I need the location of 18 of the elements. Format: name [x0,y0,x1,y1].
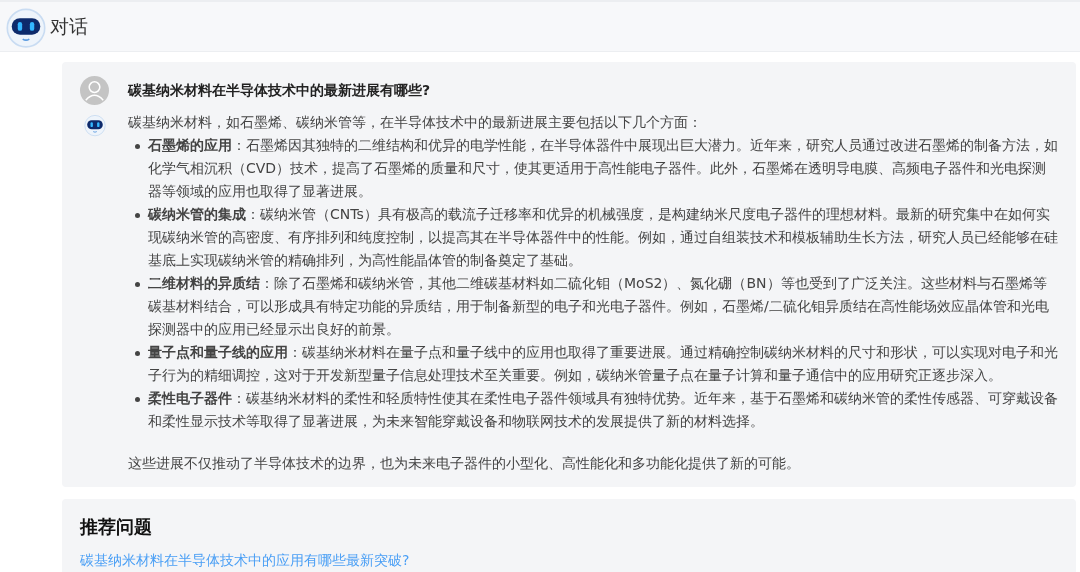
user-question: 碳基纳米材料在半导体技术中的最新进展有哪些? [128,81,431,100]
answer-intro: 碳基纳米材料，如石墨烯、碳纳米管等，在半导体技术中的最新进展主要包括以下几个方面： [128,113,703,132]
recommend-title: 推荐问题 [80,515,153,539]
bullet-icon [135,397,140,402]
robot-avatar-icon [82,113,107,137]
answer-point: 量子点和量子线的应用：碳基纳米材料在量子点和量子线中的应用也取得了重要进展。通过精确控制碳纳米材料的尺寸和形状，可以实现对电子和光子行为的精细调控，这对于开发新型量子信息处理技术至关重要。例如，碳纳米管量子点在量子计算和量子通信中的应用研究正逐步深入。 [148,343,1058,385]
answer-point: 碳纳米管的集成：碳纳米管（CNTs）具有极高的载流子迁移率和优异的机械强度，是构建纳米尺度电子器件的理想材料。最新的研究集中在如何实现碳纳米管的高密度、有序排列和纯度控制，以提高其在半导体器件中的性能。例如，通过自组装技术和模板辅助生长方法，研究人员已经能够在硅基底上实现碳纳米管的精确排列，为高性能晶体管的制备奠定了基础。 [148,205,1058,270]
user-avatar-icon [80,76,109,105]
bullet-icon [135,282,140,287]
answer-point: 二维材料的异质结：除了石墨烯和碳纳米管，其他二维碳基材料如二硫化钼（MoS2）、氮化硼（BN）等也受到了广泛关注。这些材料与石墨烯等碳基材料结合，可以形成具有特定功能的异质结，用于制备新型的电子和光电子器件。例如，石墨烯/二硫化钼异质结在高性能场效应晶体管和光电探测器中的应用已经显示出良好的前景。 [148,274,1050,339]
bullet-icon [135,351,140,356]
page-title: 对话 [50,14,88,40]
bullet-icon [135,213,140,218]
recommended-question-link[interactable]: 碳基纳米材料在半导体技术中的应用有哪些最新突破? [80,550,410,571]
bullet-icon [135,144,140,149]
answer-point: 石墨烯的应用：石墨烯因其独特的二维结构和优异的电学性能，在半导体器件中展现出巨大潜力。近年来，研究人员通过改进石墨烯的制备方法，如化学气相沉积（CVD）技术，提高了石墨烯的质量和尺寸，使其更适用于高性能电子器件。此外，石墨烯在透明导电膜、高频电子器件和光电探测器等领域的应用也取得了显著进展。 [148,136,1058,201]
answer-conclusion: 这些进展不仅推动了半导体技术的边界，也为未来电子器件的小型化、高性能化和多功能化提供了新的可能。 [128,454,801,473]
answer-point: 柔性电子器件：碳基纳米材料的柔性和轻质特性使其在柔性电子器件领域具有独特优势。近年来，基于石墨烯和碳纳米管的柔性传感器、可穿戴设备和柔性显示技术等取得了显著进展，为未来智能穿戴设备和物联网技术的发展提供了新的材料选择。 [148,389,1058,431]
